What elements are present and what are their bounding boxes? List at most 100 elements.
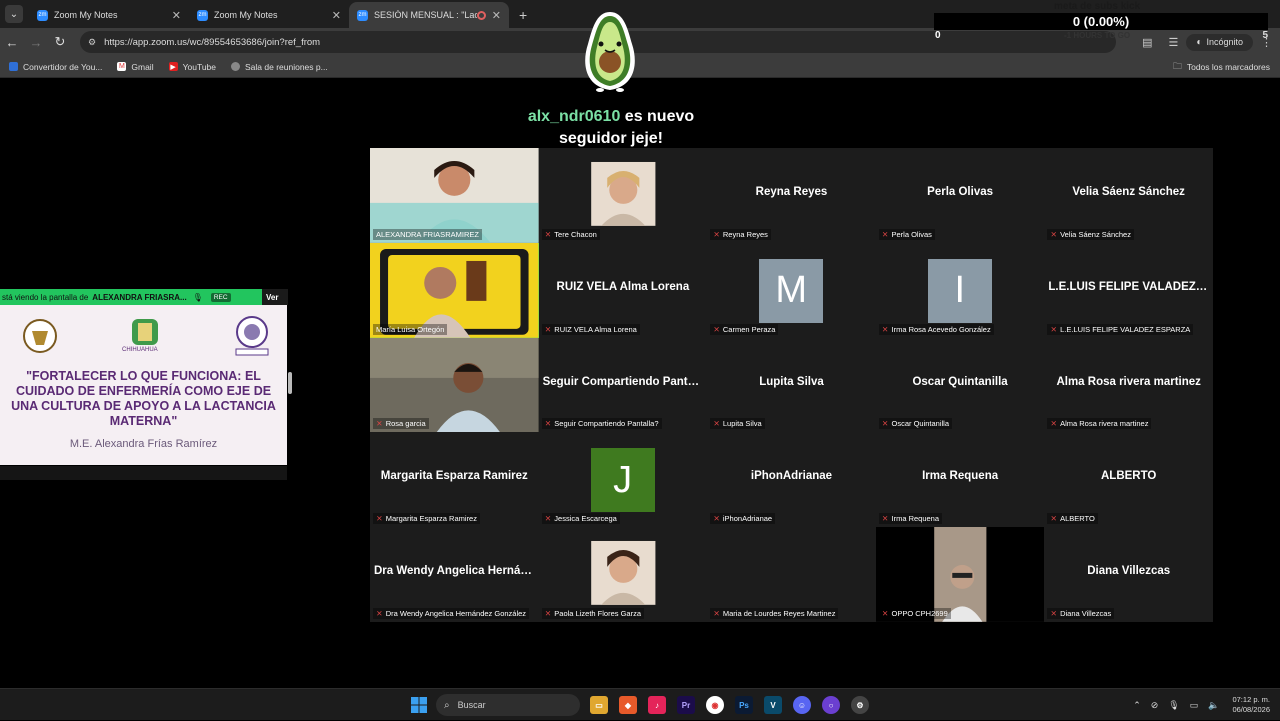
share-resize-handle[interactable] xyxy=(288,372,292,394)
bookmark-label: Convertidor de You... xyxy=(23,61,103,72)
reload-icon[interactable]: ↻ xyxy=(48,34,72,50)
muted-mic-icon: ⨯ xyxy=(881,229,889,239)
participant-tile[interactable]: ⨯ OPPO CPH2699 xyxy=(875,527,1045,622)
participant-name: L.E.LUIS FELIPE VALADEZ ESPARZA xyxy=(1060,324,1191,334)
all-bookmarks-button[interactable]: 🗀 Todos los marcadores xyxy=(1173,59,1270,75)
participant-name: Reyna Reyes xyxy=(722,229,768,239)
browser-tab-2[interactable]: zm Zoom My Notes ✕ xyxy=(189,2,349,28)
muted-mic-icon: ⨯ xyxy=(881,419,889,429)
chrome-icon[interactable]: ◉ xyxy=(706,696,724,714)
participant-tile[interactable]: ⨯ Maria de Lourdes Reyes Martinez xyxy=(707,527,876,622)
muted-mic-icon: ⨯ xyxy=(1050,419,1058,429)
participant-name-label: ⨯ Irma Rosa Acevedo González xyxy=(878,323,994,335)
participant-display-name: Lupita Silva xyxy=(759,375,824,388)
muted-mic-icon: ⨯ xyxy=(544,608,552,618)
participant-tile[interactable]: María Luisa Ortegón xyxy=(370,242,539,338)
participant-name-label: ⨯ iPhonAdrianae xyxy=(710,513,776,525)
gmail-icon: M xyxy=(117,62,127,71)
settings-gear-icon[interactable]: ⚙ xyxy=(851,696,869,714)
participant-name-label: ⨯ Diana Villezcas xyxy=(1047,607,1115,619)
participant-tile[interactable]: Oscar Quintanilla ⨯ Oscar Quintanilla xyxy=(875,337,1045,433)
bookmark-item[interactable]: Convertidor de You... xyxy=(9,62,102,72)
clock-time: 07:12 p. m. xyxy=(1232,695,1270,704)
obs-icon[interactable]: ○ xyxy=(822,696,840,714)
bookmark-item[interactable]: ▶ YouTube xyxy=(168,62,216,72)
participant-tile[interactable]: Perla Olivas ⨯ Perla Olivas xyxy=(875,148,1045,243)
participant-tile[interactable]: Irma Requena ⨯ Irma Requena xyxy=(875,432,1045,528)
premiere-pro-icon[interactable]: Pr xyxy=(677,696,695,714)
close-tab-icon[interactable]: ✕ xyxy=(492,9,501,22)
participant-display-name: Alma Rosa rivera martinez xyxy=(1056,375,1201,388)
participant-tile[interactable]: Seguir Compartiendo Pantal... ⨯ Seguir Com… xyxy=(538,337,708,433)
display-icon[interactable]: ▭ xyxy=(1190,700,1199,711)
chevron-up-icon[interactable]: ⌃ xyxy=(1133,700,1141,711)
all-bookmarks-label: Todos los marcadores xyxy=(1186,61,1270,72)
muted-mic-icon: ⨯ xyxy=(544,324,552,334)
participant-tile[interactable]: ⨯ Tere Chacon xyxy=(538,148,708,243)
participant-tile[interactable]: ALBERTO ⨯ ALBERTO xyxy=(1044,432,1213,528)
browser-tab-1[interactable]: zm Zoom My Notes ✕ xyxy=(29,2,189,28)
network-icon[interactable]: ⊘ xyxy=(1151,700,1159,711)
windows-start-icon[interactable] xyxy=(411,697,427,713)
tiktok-icon[interactable]: ♪ xyxy=(648,696,666,714)
participant-tile[interactable]: Reyna Reyes ⨯ Reyna Reyes xyxy=(707,148,876,243)
participant-tile[interactable]: L.E.LUIS FELIPE VALADEZ ES... ⨯ L.E.LUIS F… xyxy=(1044,242,1213,338)
microphone-icon[interactable]: 🎙 xyxy=(1168,700,1179,711)
mic-icon: 🎙 xyxy=(192,292,203,302)
bookmark-item[interactable]: M Gmail xyxy=(117,62,154,72)
muted-mic-icon: ⨯ xyxy=(544,514,552,524)
discord-icon[interactable]: ☺ xyxy=(793,696,811,714)
participant-tile[interactable]: ⨯ Rosa garcia xyxy=(370,337,539,433)
clock[interactable]: 07:12 p. m. 06/08/2026 xyxy=(1232,695,1270,715)
tab-search-icon[interactable]: ⌄ xyxy=(5,5,23,23)
participant-name-label: ⨯ Velia Sáenz Sánchez xyxy=(1047,228,1134,240)
participant-name-label: ⨯ Oscar Quintanilla xyxy=(878,418,953,430)
goal-time-remaining: -1 HOURS TO GO xyxy=(1064,31,1131,40)
participant-tile[interactable]: Margarita Esparza Ramirez ⨯ Margarita Espa… xyxy=(370,432,539,528)
site-info-icon[interactable]: ⚙ xyxy=(88,37,96,48)
participant-display-name: Irma Requena xyxy=(922,470,999,483)
participant-name-label: ⨯ Tere Chacon xyxy=(541,228,600,240)
slide-author: M.E. Alexandra Frías Ramírez xyxy=(69,438,218,450)
volume-icon[interactable]: 🔈 xyxy=(1208,700,1219,711)
participant-tile[interactable]: ALEXANDRA FRIASRAMIREZ xyxy=(370,148,539,243)
muted-mic-icon: ⨯ xyxy=(544,419,552,429)
muted-mic-icon: ⨯ xyxy=(881,608,889,618)
forward-arrow-icon[interactable]: → xyxy=(24,35,48,50)
participant-name: Lupita Silva xyxy=(722,419,762,429)
close-tab-icon[interactable]: ✕ xyxy=(172,9,181,22)
participant-display-name: Diana Villezcas xyxy=(1087,565,1171,578)
file-explorer-icon[interactable]: ▭ xyxy=(590,696,608,714)
view-options-button[interactable]: Ver xyxy=(266,293,278,302)
muted-mic-icon: ⨯ xyxy=(713,514,720,524)
new-tab-button[interactable]: + xyxy=(519,7,527,23)
participant-tile[interactable]: Diana Villezcas ⨯ Diana Villezcas xyxy=(1044,527,1213,622)
gallery-view: ALEXANDRA FRIASRAMIREZ ⨯ Tere Chacon Reyna … xyxy=(370,148,1213,622)
muted-mic-icon: ⨯ xyxy=(713,229,720,239)
participant-name: OPPO CPH2699 xyxy=(891,608,948,618)
participant-tile[interactable]: Velia Sáenz Sánchez ⨯ Velia Sáenz Sánchez xyxy=(1044,148,1213,243)
bookmark-item[interactable]: Sala de reuniones p... xyxy=(231,62,328,72)
participant-name-label: ⨯ Margarita Esparza Ramirez xyxy=(373,513,480,525)
close-tab-icon[interactable]: ✕ xyxy=(332,9,341,22)
share-banner-status: stá viendo la pantalla de ALEXANDRA FRIA… xyxy=(0,289,262,305)
recording-indicator-icon xyxy=(476,10,486,20)
participant-display-name: Oscar Quintanilla xyxy=(912,375,1008,388)
photoshop-icon[interactable]: Ps xyxy=(735,696,753,714)
participant-tile[interactable]: M ⨯ Carmen Peraza xyxy=(707,242,876,338)
vegas-icon[interactable]: V xyxy=(764,696,782,714)
participant-tile[interactable]: iPhonAdrianae ⨯ iPhonAdrianae xyxy=(707,432,876,528)
taskbar-search[interactable]: ⌕ Buscar xyxy=(436,694,580,716)
participant-tile[interactable]: Dra Wendy Angelica Hernán... ⨯ Dra Wendy A… xyxy=(370,527,539,622)
participant-tile[interactable]: RUIZ VELA Alma Lorena ⨯ RUIZ VELA Alma Lor… xyxy=(538,242,708,338)
participant-tile[interactable]: I ⨯ Irma Rosa Acevedo González xyxy=(875,242,1045,338)
browser-tab-3-active[interactable]: zm SESIÓN MENSUAL : "Lactan ✕ xyxy=(349,2,509,28)
participant-tile[interactable]: J ⨯ Jessica Escarcega xyxy=(538,432,708,528)
brave-browser-icon[interactable]: ◆ xyxy=(619,696,637,714)
participant-tile[interactable]: ⨯ Paola Lizeth Flores Garza xyxy=(538,527,708,622)
participant-name: RUIZ VELA Alma Lorena xyxy=(554,324,637,334)
participant-tile[interactable]: Lupita Silva ⨯ Lupita Silva xyxy=(707,337,876,433)
back-arrow-icon[interactable]: ← xyxy=(0,35,24,50)
participant-display-name: L.E.LUIS FELIPE VALADEZ ES... xyxy=(1048,280,1209,293)
participant-tile[interactable]: Alma Rosa rivera martinez ⨯ Alma Rosa rive… xyxy=(1044,337,1213,433)
